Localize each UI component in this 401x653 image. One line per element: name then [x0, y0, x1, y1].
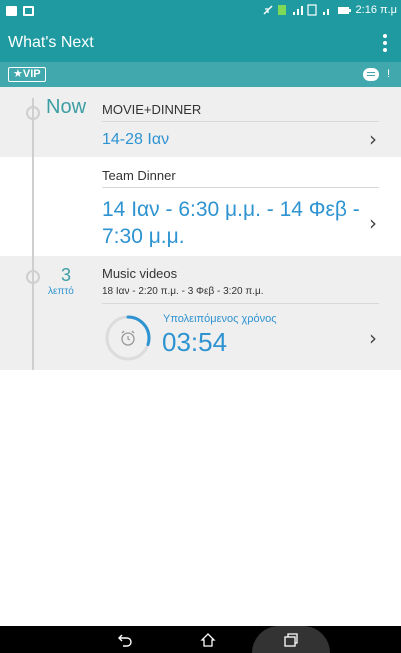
event-time: 14 Ιαν - 6:30 μ.μ. - 14 Φεβ - 7:30 μ.μ.	[102, 198, 360, 248]
nav-bar	[0, 626, 401, 653]
status-bar: 2:16 π.μ	[0, 0, 401, 24]
timer-value: 03:54	[162, 327, 228, 357]
signal-icon	[292, 4, 303, 16]
countdown-ring	[105, 315, 151, 361]
divider	[102, 121, 379, 122]
event-time: 18 Ιαν - 2:20 π.μ. - 3 Φεβ - 3:20 π.μ.	[102, 286, 264, 297]
vip-badge[interactable]: ★VIP	[8, 67, 46, 82]
timer-label: Υπολειπόμενος χρόνος	[163, 313, 277, 325]
vip-bar: ★VIP !	[0, 62, 401, 87]
now-marker: Now	[46, 96, 87, 118]
event-title: Music videos	[102, 266, 178, 281]
clock: 2:16 π.μ	[355, 4, 397, 16]
chevron-right-icon[interactable]: ›	[369, 326, 377, 350]
notification-icon	[6, 6, 17, 16]
sim2-icon	[306, 4, 317, 16]
event-title: MOVIE+DINNER	[102, 102, 202, 117]
minutes-count: 3	[60, 265, 71, 285]
event-title: Team Dinner	[102, 168, 176, 183]
home-icon[interactable]	[193, 626, 223, 653]
page-title: What's Next	[8, 34, 94, 51]
event-card[interactable]: Team Dinner 14 Ιαν - 6:30 μ.μ. - 14 Φεβ …	[0, 157, 401, 256]
app-bar: What's Next	[0, 24, 401, 62]
chevron-right-icon[interactable]: ›	[369, 211, 377, 235]
event-time: 14-28 Ιαν	[102, 131, 170, 148]
wifi-icon	[322, 4, 332, 16]
chevron-right-icon[interactable]: ›	[369, 127, 377, 151]
chat-alert: !	[386, 68, 390, 80]
minutes-unit: λεπτό	[48, 286, 74, 297]
chat-icon[interactable]	[363, 68, 379, 81]
event-card[interactable]: 3 λεπτό Music videos 18 Ιαν - 2:20 π.μ. …	[0, 256, 401, 370]
divider	[102, 303, 379, 304]
overflow-menu-icon[interactable]	[383, 34, 387, 52]
back-icon[interactable]	[110, 626, 140, 653]
divider	[102, 187, 379, 188]
mute-icon	[262, 4, 273, 16]
sim-icon	[277, 4, 287, 16]
screenshot-icon	[23, 6, 34, 16]
recent-apps-icon[interactable]	[276, 626, 306, 653]
event-card[interactable]: Now MOVIE+DINNER 14-28 Ιαν ›	[0, 87, 401, 157]
timeline-line	[32, 98, 34, 370]
battery-icon	[337, 4, 351, 16]
alarm-clock-icon	[121, 330, 135, 346]
